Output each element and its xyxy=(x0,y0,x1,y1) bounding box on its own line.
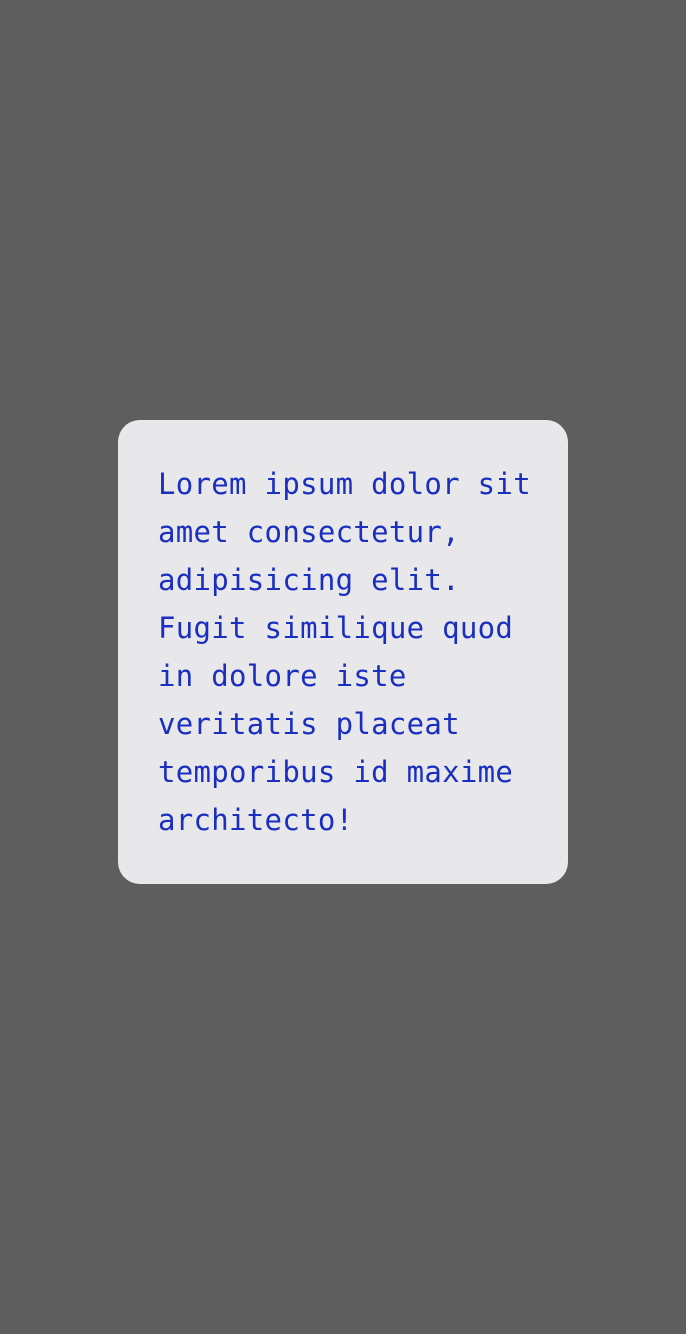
card-body-text: Lorem ipsum dolor sit amet consectetur, … xyxy=(158,467,531,837)
text-card: Lorem ipsum dolor sit amet consectetur, … xyxy=(118,420,568,884)
